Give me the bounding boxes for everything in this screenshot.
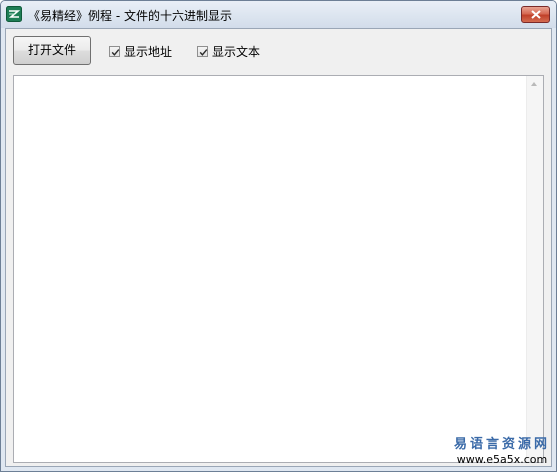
app-icon[interactable] <box>6 6 22 22</box>
watermark: 易语言资源网 www.e5a5x.com <box>454 437 550 467</box>
open-file-button[interactable]: 打开文件 <box>13 36 91 65</box>
checkbox-box[interactable] <box>109 45 120 57</box>
checkmark-icon <box>111 48 120 56</box>
close-icon <box>531 10 541 19</box>
hex-display-textarea[interactable] <box>13 75 544 463</box>
checkmark-icon <box>199 48 208 56</box>
show-address-checkbox[interactable]: 显示地址 <box>109 43 172 59</box>
main-window: 《易精经》例程 - 文件的十六进制显示 打开文件 显示地址 显示文本 易语言资源… <box>0 0 557 472</box>
vertical-scrollbar[interactable] <box>526 76 543 462</box>
title-bar[interactable]: 《易精经》例程 - 文件的十六进制显示 <box>1 1 556 28</box>
watermark-url: www.e5a5x.com <box>456 453 548 466</box>
window-title: 《易精经》例程 - 文件的十六进制显示 <box>28 9 232 23</box>
scroll-up-arrow-icon[interactable] <box>531 82 537 86</box>
client-area: 打开文件 显示地址 显示文本 <box>5 28 552 467</box>
show-text-label: 显示文本 <box>212 44 261 59</box>
show-address-label: 显示地址 <box>124 44 173 59</box>
watermark-name: 易语言资源网 <box>453 437 550 452</box>
close-button[interactable] <box>521 6 550 23</box>
checkbox-box[interactable] <box>197 45 208 57</box>
show-text-checkbox[interactable]: 显示文本 <box>197 43 260 59</box>
